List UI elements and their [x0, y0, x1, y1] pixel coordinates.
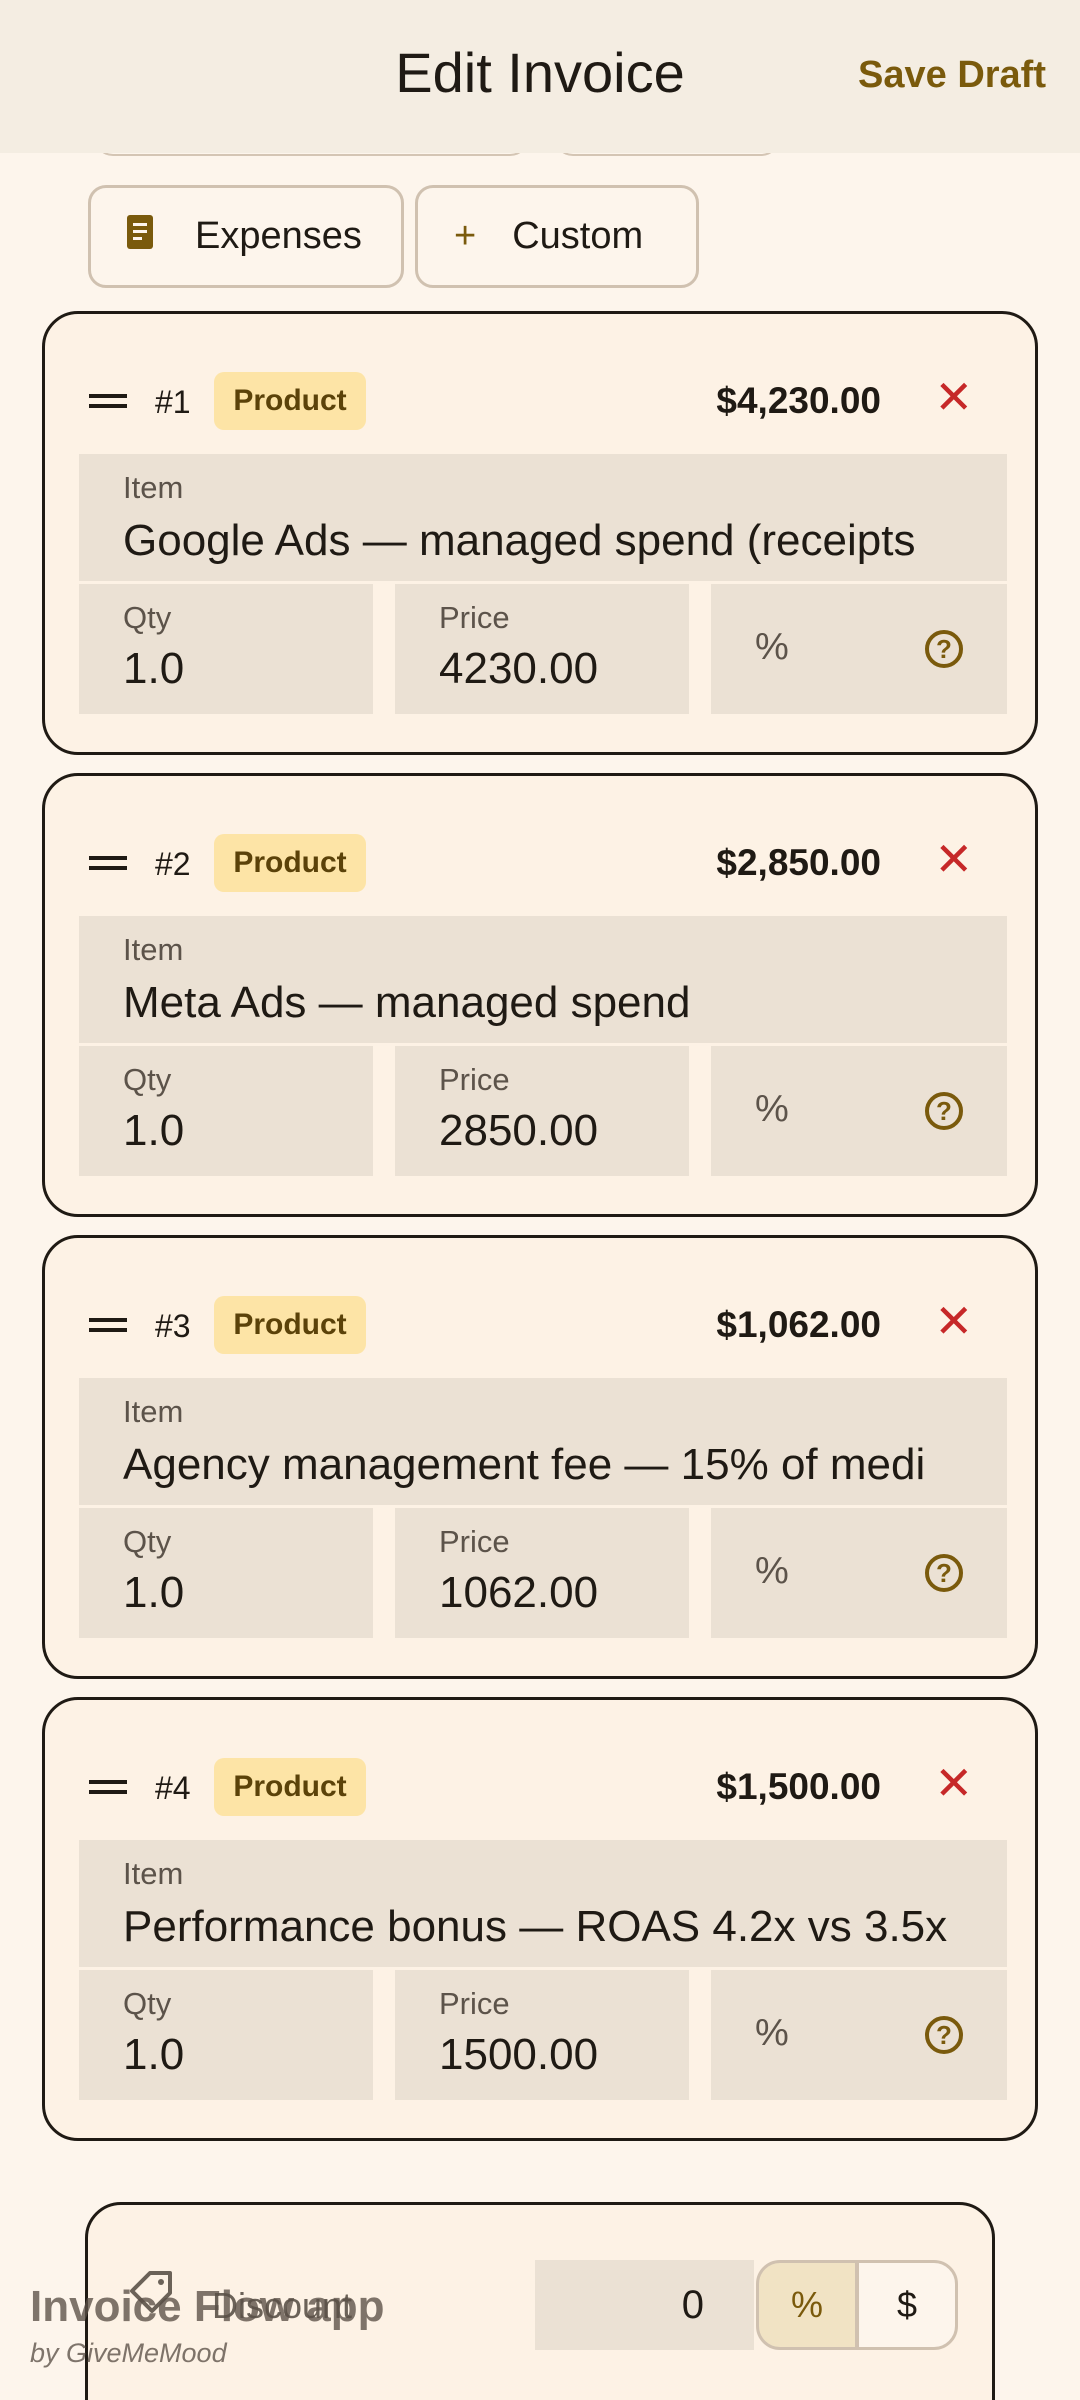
price-value: 2850.00 — [439, 1106, 599, 1155]
line-total: $4,230.00 — [716, 380, 881, 421]
line-item-number: #3 — [155, 1308, 191, 1344]
line-item-card: #2 Product $2,850.00 ✕ Item Meta Ads — m… — [42, 773, 1038, 1217]
line-total: $1,062.00 — [716, 1304, 881, 1345]
help-icon[interactable]: ? — [925, 630, 963, 668]
qty-label: Qty — [123, 600, 172, 635]
qty-label: Qty — [123, 1062, 172, 1097]
item-value: Agency management fee — 15% of medi — [123, 1440, 926, 1489]
receipt-icon — [125, 213, 159, 261]
qty-field[interactable]: Qty 1.0 — [79, 1046, 373, 1176]
price-field[interactable]: Price 4230.00 — [395, 584, 689, 714]
price-field[interactable]: Price 2850.00 — [395, 1046, 689, 1176]
qty-value: 1.0 — [123, 1568, 185, 1617]
discount-percent-toggle[interactable]: % — [756, 2260, 858, 2350]
type-badge: Product — [214, 372, 366, 430]
app-bar: Edit Invoice Save Draft — [0, 0, 1080, 153]
price-field[interactable]: Price 1062.00 — [395, 1508, 689, 1638]
price-field[interactable]: Price 1500.00 — [395, 1970, 689, 2100]
watermark-subtitle: by GiveMeMood — [30, 2338, 227, 2368]
expenses-chip[interactable]: Expenses — [88, 185, 404, 288]
qty-field[interactable]: Qty 1.0 — [79, 1508, 373, 1638]
type-badge: Product — [214, 1296, 366, 1354]
line-item-card: #3 Product $1,062.00 ✕ Item Agency manag… — [42, 1235, 1038, 1679]
save-draft-button[interactable]: Save Draft — [858, 54, 1046, 97]
percent-field[interactable]: % ? — [711, 1046, 1007, 1176]
percent-field[interactable]: % ? — [711, 1508, 1007, 1638]
line-item-card: #1 Product $4,230.00 ✕ Item Google Ads —… — [42, 311, 1038, 755]
line-total: $1,500.00 — [716, 1766, 881, 1807]
qty-value: 1.0 — [123, 644, 185, 693]
price-label: Price — [439, 1524, 510, 1559]
qty-label: Qty — [123, 1986, 172, 2021]
drag-handle-icon[interactable] — [89, 1780, 127, 1794]
plus-icon: + — [454, 215, 477, 257]
drag-handle-icon[interactable] — [89, 394, 127, 408]
remove-icon[interactable]: ✕ — [934, 374, 973, 420]
remove-icon[interactable]: ✕ — [934, 1298, 973, 1344]
price-value: 1062.00 — [439, 1568, 599, 1617]
app-watermark: Invoice Flow app by GiveMeMood — [30, 2282, 385, 2369]
custom-chip[interactable]: + Custom — [415, 185, 699, 288]
item-value: Performance bonus — ROAS 4.2x vs 3.5x — [123, 1902, 948, 1951]
percent-suffix: % — [755, 626, 789, 668]
item-label: Item — [123, 1856, 184, 1891]
discount-input[interactable]: 0 — [535, 2260, 754, 2350]
item-label: Item — [123, 470, 184, 505]
percent-field[interactable]: % ? — [711, 1970, 1007, 2100]
item-field[interactable]: Item Performance bonus — ROAS 4.2x vs 3.… — [79, 1840, 1007, 1967]
item-label: Item — [123, 1394, 184, 1429]
percent-field[interactable]: % ? — [711, 584, 1007, 714]
item-field[interactable]: Item Agency management fee — 15% of medi — [79, 1378, 1007, 1505]
percent-suffix: % — [755, 1088, 789, 1130]
line-item-number: #2 — [155, 846, 191, 882]
help-icon[interactable]: ? — [925, 1092, 963, 1130]
type-badge: Product — [214, 1758, 366, 1816]
price-label: Price — [439, 600, 510, 635]
chip-label: Expenses — [195, 215, 362, 257]
drag-handle-icon[interactable] — [89, 1318, 127, 1332]
qty-label: Qty — [123, 1524, 172, 1559]
remove-icon[interactable]: ✕ — [934, 1760, 973, 1806]
type-badge: Product — [214, 834, 366, 892]
drag-handle-icon[interactable] — [89, 856, 127, 870]
qty-value: 1.0 — [123, 1106, 185, 1155]
item-label: Item — [123, 932, 184, 967]
price-value: 4230.00 — [439, 644, 599, 693]
qty-field[interactable]: Qty 1.0 — [79, 584, 373, 714]
price-label: Price — [439, 1986, 510, 2021]
price-value: 1500.00 — [439, 2030, 599, 2079]
line-item-card: #4 Product $1,500.00 ✕ Item Performance … — [42, 1697, 1038, 2141]
item-field[interactable]: Item Google Ads — managed spend (receipt… — [79, 454, 1007, 581]
help-icon[interactable]: ? — [925, 2016, 963, 2054]
line-total: $2,850.00 — [716, 842, 881, 883]
item-value: Meta Ads — managed spend — [123, 978, 691, 1027]
qty-value: 1.0 — [123, 2030, 185, 2079]
qty-field[interactable]: Qty 1.0 — [79, 1970, 373, 2100]
price-label: Price — [439, 1062, 510, 1097]
line-item-number: #1 — [155, 384, 191, 420]
discount-dollar-toggle[interactable]: $ — [856, 2260, 958, 2350]
percent-suffix: % — [755, 1550, 789, 1592]
line-item-number: #4 — [155, 1770, 191, 1806]
help-icon[interactable]: ? — [925, 1554, 963, 1592]
remove-icon[interactable]: ✕ — [934, 836, 973, 882]
watermark-title: Invoice Flow app — [30, 2282, 385, 2331]
percent-suffix: % — [755, 2012, 789, 2054]
item-value: Google Ads — managed spend (receipts — [123, 516, 916, 565]
chip-label: Custom — [512, 215, 644, 257]
item-field[interactable]: Item Meta Ads — managed spend — [79, 916, 1007, 1043]
